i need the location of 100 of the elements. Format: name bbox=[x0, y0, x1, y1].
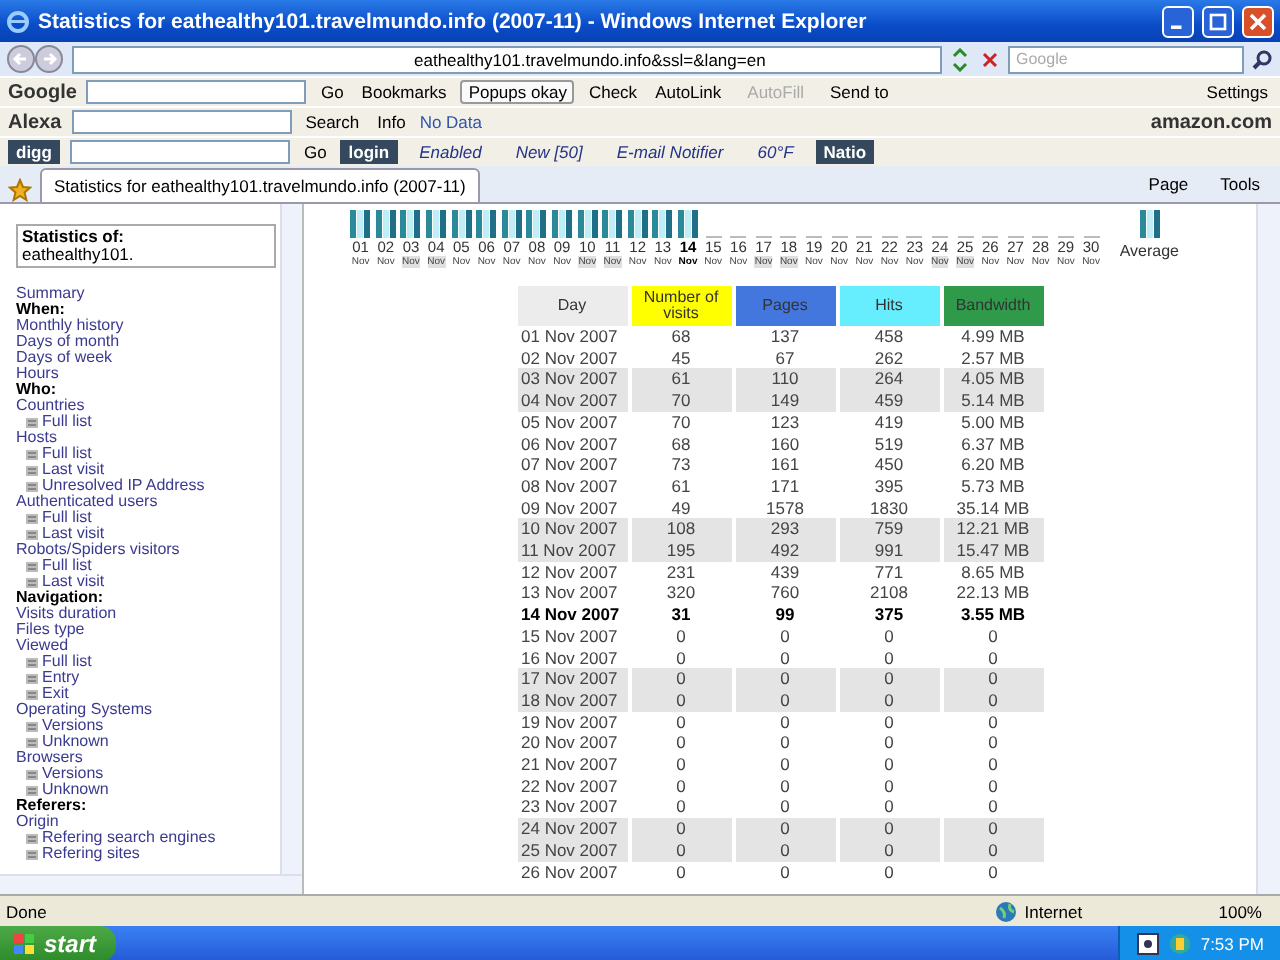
toolbar-search-field[interactable] bbox=[69, 140, 290, 164]
table-cell-text: 1830 bbox=[868, 497, 910, 519]
table-cell-text: 07 Nov 2007 bbox=[519, 454, 620, 476]
submenu-link[interactable]: Versions bbox=[16, 766, 276, 782]
browser-tab[interactable]: Statistics for eathealthy101.travelmundo.info (2007-11) bbox=[40, 168, 480, 202]
table-cell-text: 02 Nov 2007 bbox=[519, 347, 620, 369]
table-cell-text: 45 bbox=[669, 347, 693, 369]
search-field[interactable]: Google bbox=[1008, 45, 1244, 73]
toolbar-button[interactable]: Go bbox=[316, 82, 348, 102]
table-cell-text: 0 bbox=[674, 754, 688, 776]
table-cell-text: 519 bbox=[872, 433, 906, 455]
command-button[interactable]: Page bbox=[1136, 172, 1201, 196]
toolbar-button[interactable]: login bbox=[340, 140, 398, 164]
table-cell-text: 21 Nov 2007 bbox=[519, 754, 620, 776]
toolbar-button[interactable]: Enabled bbox=[407, 140, 494, 164]
toolbar-button[interactable]: AutoLink bbox=[651, 82, 726, 102]
table-cell-text: 08 Nov 2007 bbox=[519, 475, 620, 498]
toolbar-button[interactable]: Check bbox=[584, 82, 642, 102]
submenu-link[interactable]: Refering search engines bbox=[16, 830, 276, 846]
table-cell-text: 0 bbox=[778, 861, 792, 883]
table-cell: 110 bbox=[735, 368, 835, 391]
menu-link[interactable]: Authenticated users bbox=[16, 494, 276, 510]
menu-link[interactable]: Days of month bbox=[16, 334, 276, 350]
table-cell: 108 bbox=[631, 518, 731, 541]
table-cell: 195 bbox=[631, 540, 731, 562]
toolbar-button[interactable]: Search bbox=[301, 112, 364, 132]
toolbar-button[interactable]: Natio bbox=[815, 140, 875, 164]
start-button[interactable]: start bbox=[0, 926, 117, 960]
table-cell: 0 bbox=[839, 839, 939, 862]
submenu-link[interactable]: Unknown bbox=[16, 782, 276, 798]
table-cell: 991 bbox=[839, 540, 939, 562]
bar-chart-drawing bbox=[526, 210, 547, 238]
toolbar-search-field[interactable] bbox=[71, 110, 292, 134]
submenu-link[interactable]: Versions bbox=[16, 718, 276, 734]
submenu-link[interactable]: Full list bbox=[16, 654, 276, 670]
favorites-star-icon[interactable] bbox=[8, 178, 32, 202]
menu-link[interactable]: Days of week bbox=[16, 350, 276, 366]
submenu-link[interactable]: Full list bbox=[16, 414, 276, 430]
table-cell-text: 0 bbox=[986, 796, 1000, 819]
menu-link[interactable]: Hours bbox=[16, 366, 276, 382]
submenu-link[interactable]: Unknown bbox=[16, 734, 276, 750]
submenu-link[interactable]: Refering sites bbox=[16, 846, 276, 862]
toolbar-button[interactable]: Send to bbox=[826, 82, 893, 102]
table-cell-text: 137 bbox=[768, 326, 802, 348]
toolbar-button[interactable]: E-mail Notifier bbox=[604, 140, 736, 164]
menu-link[interactable]: Browsers bbox=[16, 750, 276, 766]
minimize-button[interactable] bbox=[1162, 5, 1194, 37]
scrollbar[interactable] bbox=[0, 874, 302, 894]
close-icon[interactable] bbox=[978, 47, 1002, 71]
submenu-link[interactable]: Full list bbox=[16, 558, 276, 574]
toolbar-logo: Alexa bbox=[8, 111, 62, 133]
submenu-link[interactable]: Unresolved IP Address bbox=[16, 478, 276, 494]
scrollbar[interactable] bbox=[280, 204, 302, 874]
toolbar-button[interactable]: Go bbox=[299, 142, 331, 162]
table-cell: 15.47 MB bbox=[943, 540, 1043, 562]
menu-link[interactable]: Robots/Spiders visitors bbox=[16, 542, 276, 558]
submenu-link[interactable]: Entry bbox=[16, 670, 276, 686]
search-icon[interactable] bbox=[1250, 47, 1274, 71]
toolbar-button[interactable]: 60°F bbox=[745, 140, 806, 164]
menu-link[interactable]: Hosts bbox=[16, 430, 276, 446]
table-cell-text: 5.00 MB bbox=[959, 411, 1027, 434]
submenu-link[interactable]: Last visit bbox=[16, 574, 276, 590]
toolbar-button[interactable]: Settings bbox=[1202, 82, 1272, 102]
toolbar-button[interactable]: Popups okay bbox=[460, 80, 575, 104]
menu-link[interactable]: Operating Systems bbox=[16, 702, 276, 718]
bar-chart-drawing bbox=[476, 210, 497, 238]
toolbar-search-field[interactable] bbox=[86, 80, 307, 104]
table-cell: 0 bbox=[631, 668, 731, 690]
scrollbar[interactable] bbox=[1256, 204, 1280, 894]
table-cell-text: 395 bbox=[872, 475, 906, 498]
menu-link[interactable]: Countries bbox=[16, 398, 276, 414]
toolbar-logo: Google bbox=[8, 81, 77, 103]
menu-link[interactable]: Summary bbox=[16, 286, 276, 302]
menu-link[interactable]: Monthly history bbox=[16, 318, 276, 334]
menu-link[interactable]: Origin bbox=[16, 814, 276, 830]
menu-link[interactable]: Viewed bbox=[16, 638, 276, 654]
menu-link[interactable]: Visits duration bbox=[16, 606, 276, 622]
table-cell-text: 0 bbox=[882, 754, 896, 776]
toolbar-button[interactable]: Info bbox=[373, 112, 410, 132]
address-field[interactable]: eathealthy101.travelmundo.info&ssl=&lang=en bbox=[72, 45, 942, 73]
close-button[interactable] bbox=[1242, 5, 1274, 37]
back-forward-icon[interactable] bbox=[6, 44, 66, 74]
list-icon bbox=[26, 561, 38, 571]
table-cell-text: 160 bbox=[768, 433, 802, 455]
submenu-link[interactable]: Exit bbox=[16, 686, 276, 702]
toolbar-button[interactable]: New [50] bbox=[503, 140, 595, 164]
toolbar-button[interactable]: digg bbox=[8, 140, 60, 164]
zoom-button[interactable]: 100% bbox=[1206, 899, 1274, 923]
table-cell-text: 0 bbox=[986, 775, 1000, 797]
submenu-link[interactable]: Full list bbox=[16, 446, 276, 462]
command-button[interactable]: Tools bbox=[1208, 172, 1272, 196]
submenu-link[interactable]: Last visit bbox=[16, 526, 276, 542]
submenu-link[interactable]: Last visit bbox=[16, 462, 276, 478]
toolbar-button[interactable]: Bookmarks bbox=[357, 82, 451, 102]
submenu-link[interactable]: Full list bbox=[16, 510, 276, 526]
menu-link[interactable]: Files type bbox=[16, 622, 276, 638]
table-cell: 70 bbox=[631, 390, 731, 412]
maximize-button[interactable] bbox=[1202, 5, 1234, 37]
list-icon bbox=[26, 657, 38, 667]
list-icon bbox=[26, 577, 38, 587]
